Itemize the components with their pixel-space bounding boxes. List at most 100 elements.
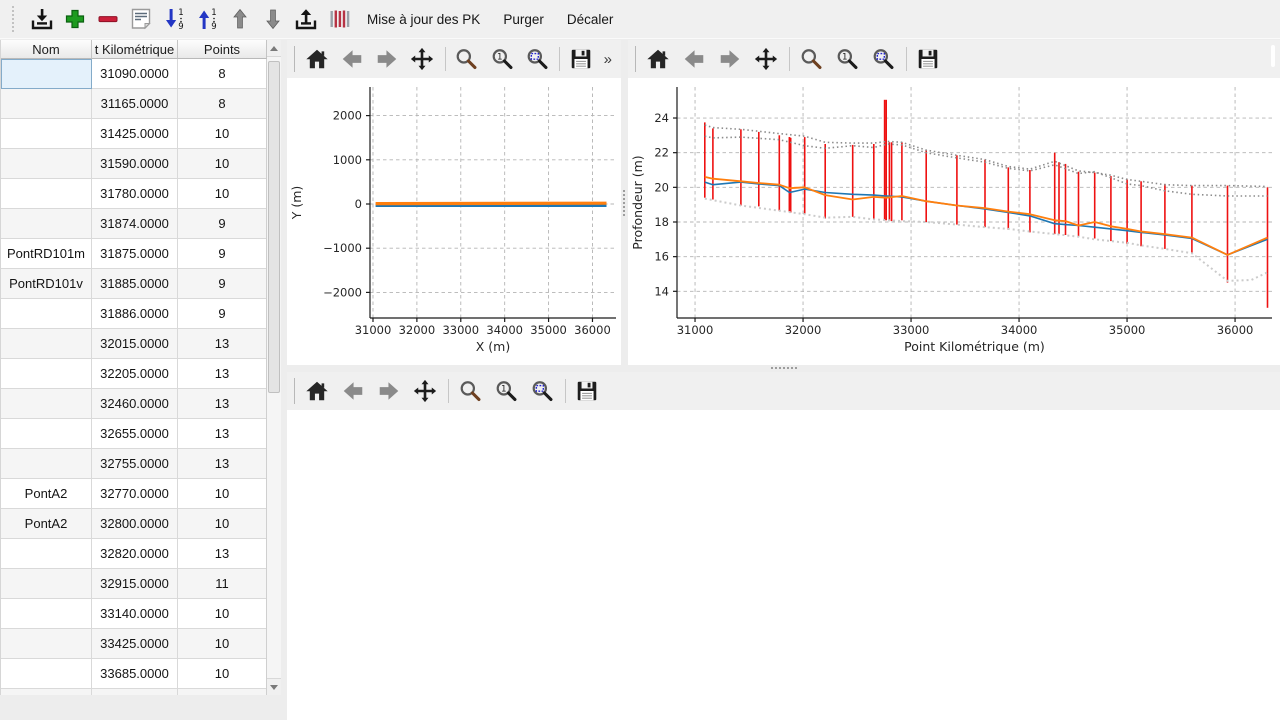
sort-descending-button[interactable]: 19 [191,3,223,35]
cell-pk[interactable]: 32460.0000 [92,389,178,419]
cell-nom[interactable] [1,89,92,119]
remove-section-button[interactable] [92,3,124,35]
toolbar-grip[interactable] [12,6,20,32]
cell-nom[interactable] [1,629,92,659]
xy-plot-canvas[interactable]: 310003200033000340003500036000−2000−1000… [287,78,621,365]
cell-pk[interactable]: 31590.0000 [92,149,178,179]
cell-nom[interactable] [1,599,92,629]
cell-nom[interactable] [1,419,92,449]
column-header-point-kilometrique[interactable]: t Kilométrique [92,40,178,59]
shift-button[interactable]: Décaler [556,3,625,35]
cell-pk[interactable]: 32915.0000 [92,569,178,599]
column-header-nom[interactable]: Nom [1,40,92,59]
save-button[interactable] [915,46,941,72]
cell-pk[interactable]: 32755.0000 [92,449,178,479]
bottom-plot-canvas[interactable] [287,410,1280,720]
cell-pk[interactable] [92,689,178,695]
cell-pts[interactable]: 13 [178,359,267,389]
sort-ascending-button[interactable]: 19 [158,3,190,35]
cell-nom[interactable] [1,539,92,569]
profile-plot[interactable]: 3100032000330003400035000360001416182022… [628,78,1280,365]
cell-pk[interactable]: 33685.0000 [92,659,178,689]
purge-button[interactable]: Purger [492,3,555,35]
back-button[interactable] [681,46,707,72]
cell-nom[interactable] [1,449,92,479]
save-button[interactable] [574,378,600,404]
home-button[interactable] [304,46,329,72]
cell-pts[interactable]: 13 [178,329,267,359]
cell-nom[interactable]: PontA2 [1,509,92,539]
cell-pts[interactable]: 10 [178,179,267,209]
add-section-button[interactable] [59,3,91,35]
profiles-button[interactable] [323,3,355,35]
cell-pts[interactable]: 13 [178,419,267,449]
cell-nom[interactable]: PontRD101m [1,239,92,269]
cell-nom[interactable] [1,59,92,89]
zoom-button[interactable] [457,378,483,404]
cell-pk[interactable]: 33140.0000 [92,599,178,629]
cell-pk[interactable]: 32655.0000 [92,419,178,449]
cell-nom[interactable] [1,389,92,419]
back-button[interactable] [339,46,364,72]
cell-pk[interactable]: 32770.0000 [92,479,178,509]
scrollbar-thumb[interactable] [268,61,280,393]
cell-nom[interactable] [1,299,92,329]
scroll-up-button[interactable] [267,40,281,57]
cell-pts[interactable]: 11 [178,569,267,599]
save-button[interactable] [568,46,593,72]
cell-pts[interactable]: 10 [178,149,267,179]
cell-nom[interactable] [1,209,92,239]
cell-nom[interactable] [1,329,92,359]
home-button[interactable] [304,378,330,404]
cell-pts[interactable]: 9 [178,299,267,329]
cell-pts[interactable]: 10 [178,629,267,659]
cell-pts[interactable]: 8 [178,89,267,119]
cell-pk[interactable]: 31886.0000 [92,299,178,329]
back-button[interactable] [340,378,366,404]
cell-pts[interactable]: 9 [178,239,267,269]
cell-pk[interactable]: 32820.0000 [92,539,178,569]
cell-pk[interactable]: 31875.0000 [92,239,178,269]
export-button[interactable] [290,3,322,35]
table-scrollbar[interactable] [266,40,281,695]
cell-pts[interactable]: 13 [178,449,267,479]
cell-pk[interactable]: 32015.0000 [92,329,178,359]
xy-plot[interactable]: 310003200033000340003500036000−2000−1000… [287,78,621,365]
cell-pts[interactable]: 13 [178,389,267,419]
cell-pk[interactable]: 31090.0000 [92,59,178,89]
zoom-button[interactable] [798,46,824,72]
forward-button[interactable] [376,378,402,404]
cell-pts[interactable]: 13 [178,539,267,569]
cell-nom[interactable] [1,569,92,599]
cell-pts[interactable] [178,689,267,695]
pan-button[interactable] [412,378,438,404]
pan-button[interactable] [410,46,435,72]
cell-pk[interactable]: 32800.0000 [92,509,178,539]
cell-nom[interactable]: PontRD101v [1,269,92,299]
cell-pts[interactable]: 9 [178,269,267,299]
cell-pts[interactable]: 10 [178,119,267,149]
zoom-one-button[interactable]: 1 [489,46,514,72]
update-pk-button[interactable]: Mise à jour des PK [356,3,491,35]
pan-button[interactable] [753,46,779,72]
forward-button[interactable] [717,46,743,72]
zoom-rect-button[interactable] [529,378,555,404]
move-up-button[interactable] [224,3,256,35]
cell-pts[interactable]: 9 [178,209,267,239]
cell-nom[interactable] [1,149,92,179]
cell-pts[interactable]: 10 [178,509,267,539]
toolbar-overflow-button[interactable]: » [604,51,613,68]
cell-pk[interactable]: 32205.0000 [92,359,178,389]
zoom-one-button[interactable]: 1 [493,378,519,404]
zoom-rect-button[interactable] [870,46,896,72]
cell-pk[interactable]: 31425.0000 [92,119,178,149]
column-header-points[interactable]: Points [178,40,267,59]
cell-pts[interactable]: 10 [178,479,267,509]
splitter-between-plots[interactable] [621,40,628,365]
cell-pk[interactable]: 31165.0000 [92,89,178,119]
cell-pk[interactable]: 31874.0000 [92,209,178,239]
zoom-button[interactable] [454,46,479,72]
splitter-horizontal[interactable] [287,365,1280,372]
cell-nom[interactable] [1,689,92,695]
notes-button[interactable] [125,3,157,35]
